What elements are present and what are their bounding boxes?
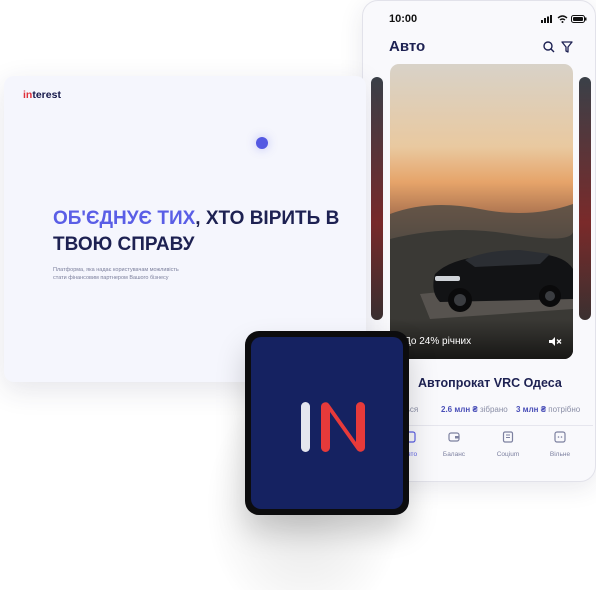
logo-accent: in — [23, 89, 33, 101]
in-logo-icon — [301, 402, 365, 452]
project-hero-image[interactable] — [390, 64, 573, 359]
search-icon[interactable] — [543, 41, 555, 53]
stat-value: 3 млн ₴ — [516, 405, 547, 414]
hero-subtitle: Платформа, яка надає користувачам можлив… — [53, 267, 179, 281]
car-photo — [390, 204, 573, 359]
nav-item-free[interactable]: Вільне — [538, 430, 582, 458]
wallet-icon — [448, 432, 460, 442]
nav-label: Вільне — [549, 451, 571, 458]
stat-required: 3 млн ₴ потрібно — [516, 405, 580, 414]
stat-raised: 2.6 млн ₴ зібрано — [441, 405, 508, 414]
nav-item-balance[interactable]: Баланс — [432, 430, 476, 458]
next-card-peek[interactable] — [579, 77, 591, 320]
project-title[interactable]: Автопрокат VRC Одеса — [418, 376, 562, 390]
status-bar: 10:00 — [363, 1, 595, 37]
nav-label: Соцium — [496, 451, 520, 458]
page-title: Авто — [389, 38, 426, 55]
brand-logo[interactable]: interest — [23, 89, 61, 101]
filter-icon[interactable] — [561, 41, 573, 53]
mute-icon[interactable] — [548, 336, 562, 347]
stat-label: потрібно — [546, 405, 581, 414]
hero-rate-label: До 24% річних — [404, 336, 472, 347]
decorative-dot — [256, 137, 268, 149]
news-icon — [502, 431, 514, 443]
battery-icon — [571, 15, 587, 23]
signal-icon — [541, 15, 552, 23]
grid-icon — [554, 431, 566, 443]
nav-item-social[interactable]: Соцium — [486, 430, 530, 458]
stat-label: зібрано — [477, 405, 508, 414]
app-icon-face — [251, 337, 403, 509]
status-time: 10:00 — [389, 13, 418, 25]
prev-card-peek[interactable] — [371, 77, 383, 320]
wifi-icon — [557, 15, 568, 23]
nav-label: Баланс — [442, 451, 466, 458]
logo-rest: terest — [32, 89, 61, 101]
headline-accent: ОБ'ЄДНУЄ ТИХ — [53, 208, 196, 229]
stat-value: 2.6 млн ₴ — [441, 405, 478, 414]
app-icon[interactable] — [245, 331, 409, 515]
hero-headline: ОБ'ЄДНУЄ ТИХ, ХТО ВІРИТЬ В ТВОЮ СПРАВУ — [53, 206, 353, 258]
